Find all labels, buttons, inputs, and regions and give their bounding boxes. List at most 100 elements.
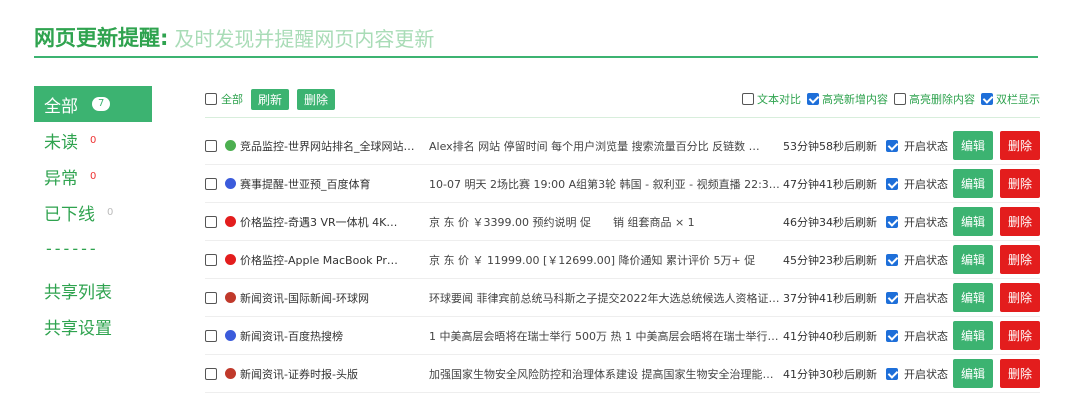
page-header: 网页更新提醒: 及时发现并提醒网页内容更新 xyxy=(34,18,1038,58)
baidu-icon xyxy=(225,330,236,341)
sidebar-item-label: 全部 xyxy=(44,96,78,117)
table-row: 价格监控-奇遇3 VR一体机 4K… 京 东 价 ￥3399.00 预约说明 促… xyxy=(205,203,1040,241)
count-badge: 0 xyxy=(90,170,97,182)
count-badge: 0 xyxy=(90,134,97,146)
toolbar: 全部 刷新 删除 文本对比 高亮新增内容 高亮删除内容 双栏显示 xyxy=(205,88,1040,110)
text-compare-checkbox[interactable] xyxy=(742,93,754,105)
table-row: 新闻资讯-国际新闻-环球网 环球要闻 菲律宾前总统马科斯之子提交2022年大选总… xyxy=(205,279,1040,317)
update-content: 京 东 价 ￥3399.00 预约说明 促 销 组套商品 × 1 xyxy=(429,215,695,229)
task-name[interactable]: 价格监控-Apple MacBook Pr… xyxy=(240,252,425,268)
select-all-label[interactable]: 全部 xyxy=(221,91,243,107)
edit-button[interactable]: 编辑 xyxy=(953,245,993,274)
row-checkbox[interactable] xyxy=(205,367,217,380)
edit-button[interactable]: 编辑 xyxy=(953,131,993,160)
count-badge: 0 xyxy=(107,206,114,218)
sidebar-item-shared-settings[interactable]: 共享设置 xyxy=(34,308,152,344)
status-label: 开启状态 xyxy=(904,329,948,343)
sidebar-item-unread[interactable]: 未读 0 xyxy=(34,122,152,158)
table-row: 赛事提醒-世亚预_百度体育 10-07 明天 2场比赛 19:00 A组第3轮 … xyxy=(205,165,1040,203)
refresh-timer: 41分钟40秒后刷新 xyxy=(783,329,877,343)
sidebar-item-offline[interactable]: 已下线 0 xyxy=(34,194,152,230)
row-checkbox[interactable] xyxy=(205,253,217,266)
table-row: 竞品监控-世界网站排名_全球网站排名 Alex排名 网站 停留时间 每个用户浏览… xyxy=(205,127,1040,165)
task-name[interactable]: 新闻资讯-证券时报-头版 xyxy=(240,366,425,382)
delete-button[interactable]: 删除 xyxy=(1000,207,1040,236)
sidebar: 全部 7 未读 0 异常 0 已下线 0 ------ 共享列表 共享设置 xyxy=(34,86,152,344)
baidu-icon xyxy=(225,178,236,189)
row-checkbox[interactable] xyxy=(205,215,217,228)
page-title: 网页更新提醒: xyxy=(34,26,169,50)
highlight-deleted-checkbox[interactable] xyxy=(894,93,906,105)
enable-checkbox[interactable] xyxy=(886,367,898,380)
dual-column-checkbox[interactable] xyxy=(981,93,993,105)
enable-checkbox[interactable] xyxy=(886,291,898,304)
sidebar-item-shared-list[interactable]: 共享列表 xyxy=(34,272,152,308)
text-compare-label[interactable]: 文本对比 xyxy=(757,91,801,107)
select-all-checkbox[interactable] xyxy=(205,93,217,105)
sidebar-item-label: 未读 xyxy=(44,132,78,153)
jd-icon xyxy=(225,254,236,265)
row-checkbox[interactable] xyxy=(205,177,217,190)
sidebar-item-label: 已下线 xyxy=(44,204,95,225)
row-checkbox[interactable] xyxy=(205,291,217,304)
count-badge: 7 xyxy=(92,97,111,111)
status-label: 开启状态 xyxy=(904,139,948,153)
sidebar-item-label: 异常 xyxy=(44,168,78,189)
table-row: 新闻资讯-百度热搜榜 1 中美高层会晤将在瑞士举行 500万 热 1 中美高层会… xyxy=(205,317,1040,355)
edit-button[interactable]: 编辑 xyxy=(953,207,993,236)
refresh-timer: 53分钟58秒后刷新 xyxy=(783,139,877,153)
highlight-added-checkbox[interactable] xyxy=(807,93,819,105)
task-name[interactable]: 赛事提醒-世亚预_百度体育 xyxy=(240,176,425,192)
delete-button[interactable]: 删除 xyxy=(1000,169,1040,198)
refresh-timer: 45分钟23秒后刷新 xyxy=(783,253,877,267)
edit-button[interactable]: 编辑 xyxy=(953,321,993,350)
edit-button[interactable]: 编辑 xyxy=(953,359,993,388)
status-label: 开启状态 xyxy=(904,177,948,191)
update-content: 1 中美高层会晤将在瑞士举行 500万 热 1 中美高层会晤将在瑞士举行 500… xyxy=(429,329,781,343)
row-checkbox[interactable] xyxy=(205,139,217,152)
refresh-button[interactable]: 刷新 xyxy=(251,88,290,110)
row-checkbox[interactable] xyxy=(205,329,217,342)
highlight-added-label[interactable]: 高亮新增内容 xyxy=(822,91,888,107)
edit-button[interactable]: 编辑 xyxy=(953,169,993,198)
dual-column-label[interactable]: 双栏显示 xyxy=(996,91,1040,107)
enable-checkbox[interactable] xyxy=(886,139,898,152)
sidebar-item-label: 共享列表 xyxy=(44,282,112,303)
update-content: Alex排名 网站 停留时间 每个用户浏览量 搜索流量百分比 反链数 … xyxy=(429,139,760,153)
huanqiu-icon xyxy=(225,292,236,303)
highlight-deleted-label[interactable]: 高亮删除内容 xyxy=(909,91,975,107)
delete-button[interactable]: 删除 xyxy=(1000,321,1040,350)
task-name[interactable]: 新闻资讯-百度热搜榜 xyxy=(240,328,425,344)
update-content: 10-07 明天 2场比赛 19:00 A组第3轮 韩国 - 叙利亚 - 视频直… xyxy=(429,177,781,191)
table-row: 新闻资讯-证券时报-头版 加强国家生物安全风险防控和治理体系建设 提高国家生物安… xyxy=(205,355,1040,393)
status-label: 开启状态 xyxy=(904,215,948,229)
status-label: 开启状态 xyxy=(904,291,948,305)
refresh-timer: 46分钟34秒后刷新 xyxy=(783,215,877,229)
page-subtitle: 及时发现并提醒网页内容更新 xyxy=(174,26,435,51)
update-content: 京 东 价 ￥ 11999.00 [￥12699.00] 降价通知 累计评价 5… xyxy=(429,253,756,267)
enable-checkbox[interactable] xyxy=(886,215,898,228)
status-label: 开启状态 xyxy=(904,367,948,381)
delete-button[interactable]: 删除 xyxy=(1000,359,1040,388)
sidebar-item-all[interactable]: 全部 7 xyxy=(34,86,152,122)
update-content: 加强国家生物安全风险防控和治理体系建设 提高国家生物安全治理能力 深… xyxy=(429,367,781,381)
sidebar-item-error[interactable]: 异常 0 xyxy=(34,158,152,194)
delete-button[interactable]: 删除 xyxy=(1000,283,1040,312)
enable-checkbox[interactable] xyxy=(886,253,898,266)
bulk-delete-button[interactable]: 删除 xyxy=(297,88,336,110)
task-name[interactable]: 竞品监控-世界网站排名_全球网站排名 xyxy=(240,138,425,154)
refresh-timer: 41分钟30秒后刷新 xyxy=(783,367,877,381)
jd-icon xyxy=(225,216,236,227)
stcn-icon xyxy=(225,368,236,379)
status-label: 开启状态 xyxy=(904,253,948,267)
sidebar-separator: ------ xyxy=(46,238,99,258)
delete-button[interactable]: 删除 xyxy=(1000,131,1040,160)
enable-checkbox[interactable] xyxy=(886,329,898,342)
delete-button[interactable]: 删除 xyxy=(1000,245,1040,274)
edit-button[interactable]: 编辑 xyxy=(953,283,993,312)
enable-checkbox[interactable] xyxy=(886,177,898,190)
task-name[interactable]: 新闻资讯-国际新闻-环球网 xyxy=(240,290,425,306)
task-name[interactable]: 价格监控-奇遇3 VR一体机 4K… xyxy=(240,214,425,230)
update-content: 环球要闻 菲律宾前总统马科斯之子提交2022年大选总统候选人资格证书… xyxy=(429,291,781,305)
site-icon xyxy=(225,140,236,151)
